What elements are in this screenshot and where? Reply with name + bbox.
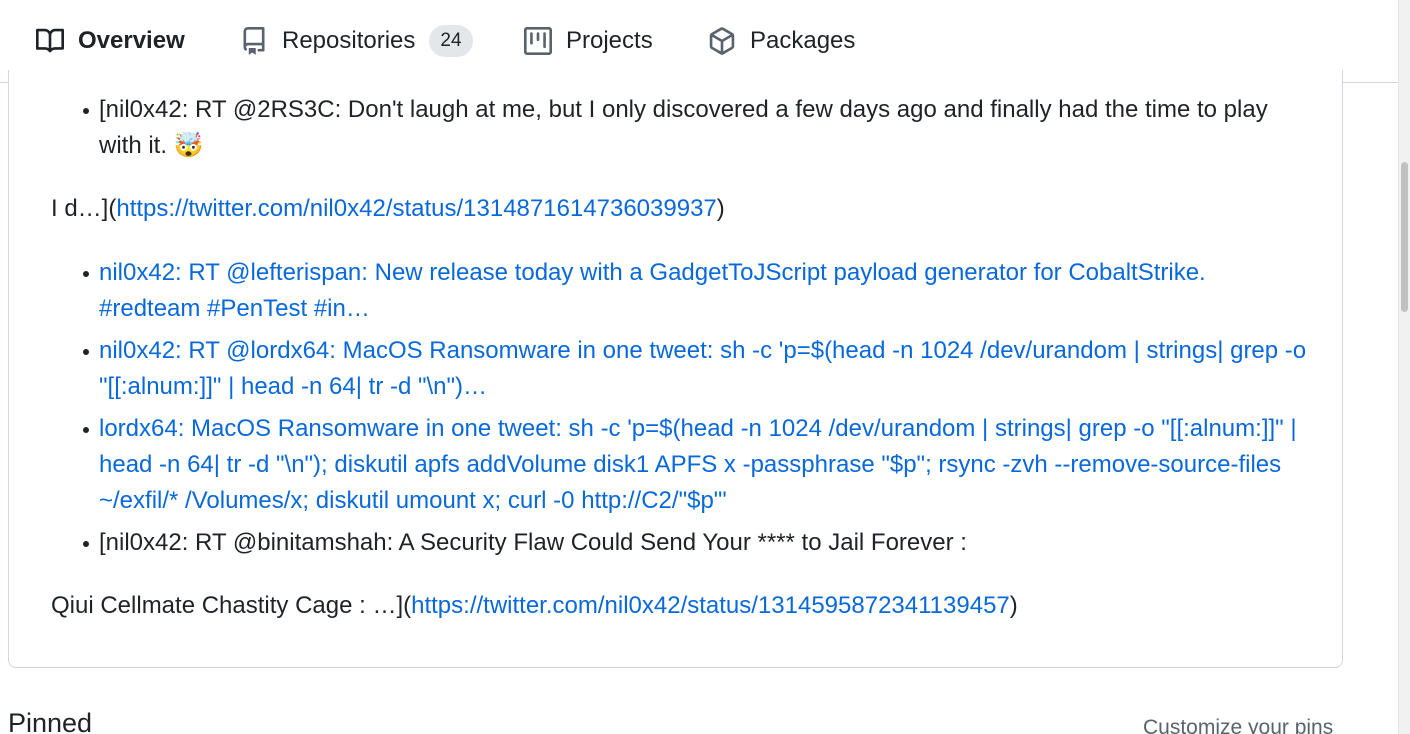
scrollbar-thumb[interactable]: [1401, 162, 1408, 312]
tweet-list: nil0x42: RT @lefterispan: New release to…: [83, 255, 1311, 561]
tweet-link[interactable]: nil0x42: RT @lefterispan: New release to…: [99, 259, 1206, 322]
profile-readme: [nil0x42: RT @2RS3C: Don't laugh at me, …: [8, 70, 1343, 668]
tab-packages-label: Packages: [750, 27, 856, 54]
repositories-count-badge: 24: [429, 25, 473, 57]
readme-content: [nil0x42: RT @2RS3C: Don't laugh at me, …: [51, 70, 1311, 624]
list-item: nil0x42: RT @lefterispan: New release to…: [83, 255, 1311, 327]
tweet-link[interactable]: lordx64: MacOS Ransomware in one tweet: …: [99, 415, 1297, 514]
tweet-list: [nil0x42: RT @2RS3C: Don't laugh at me, …: [83, 70, 1311, 164]
list-item: nil0x42: RT @lordx64: MacOS Ransomware i…: [83, 333, 1311, 405]
repo-icon: [240, 27, 268, 55]
project-icon: [524, 27, 552, 55]
paragraph-text: ): [716, 195, 725, 222]
paragraph: I d…](https://twitter.com/nil0x42/status…: [51, 191, 1311, 227]
book-icon: [36, 27, 64, 55]
tab-projects-label: Projects: [566, 27, 653, 54]
paragraph-text: Qiui Cellmate Chastity Cage : …](: [51, 592, 412, 619]
tab-repositories-label: Repositories: [282, 27, 416, 54]
list-item: lordx64: MacOS Ransomware in one tweet: …: [83, 411, 1311, 519]
package-icon: [708, 27, 736, 55]
paragraph: Qiui Cellmate Chastity Cage : …](https:/…: [51, 588, 1311, 624]
paragraph-text: ): [1009, 592, 1018, 619]
tweet-link[interactable]: https://twitter.com/nil0x42/status/13145…: [411, 592, 1010, 619]
list-item: [nil0x42: RT @2RS3C: Don't laugh at me, …: [83, 92, 1311, 164]
pinned-heading: Pinned: [8, 708, 93, 734]
tweet-link[interactable]: https://twitter.com/nil0x42/status/13148…: [116, 195, 716, 222]
paragraph-text: I d…](: [51, 195, 117, 222]
tab-overview-label: Overview: [78, 27, 185, 54]
tweet-link[interactable]: nil0x42: RT @lordx64: MacOS Ransomware i…: [99, 337, 1306, 400]
customize-pins-link[interactable]: Customize your pins: [1143, 716, 1333, 734]
list-item: [nil0x42: RT @binitamshah: A Security Fl…: [83, 525, 1311, 561]
vertical-scrollbar[interactable]: [1398, 0, 1410, 734]
